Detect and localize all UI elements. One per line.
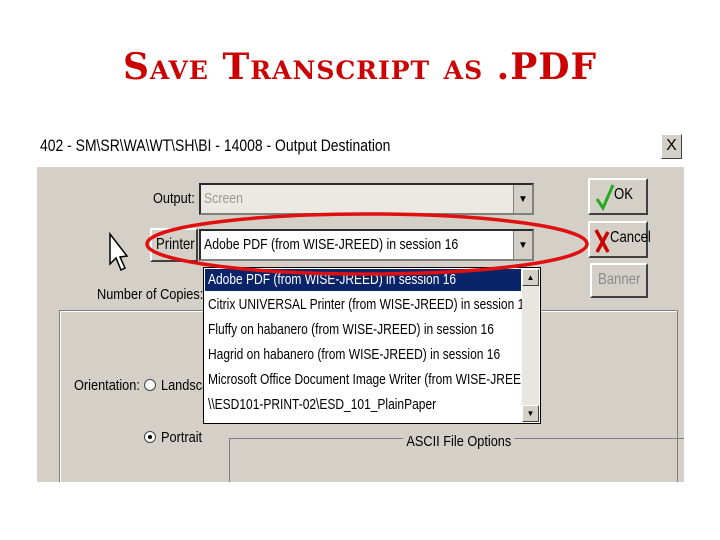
dialog-window: 402 - SM\SR\WA\WT\SH\BI - 14008 - Output… bbox=[37, 127, 684, 482]
highlight-oval bbox=[145, 212, 589, 276]
slide-title: Save Transcript as .PDF bbox=[122, 46, 598, 88]
